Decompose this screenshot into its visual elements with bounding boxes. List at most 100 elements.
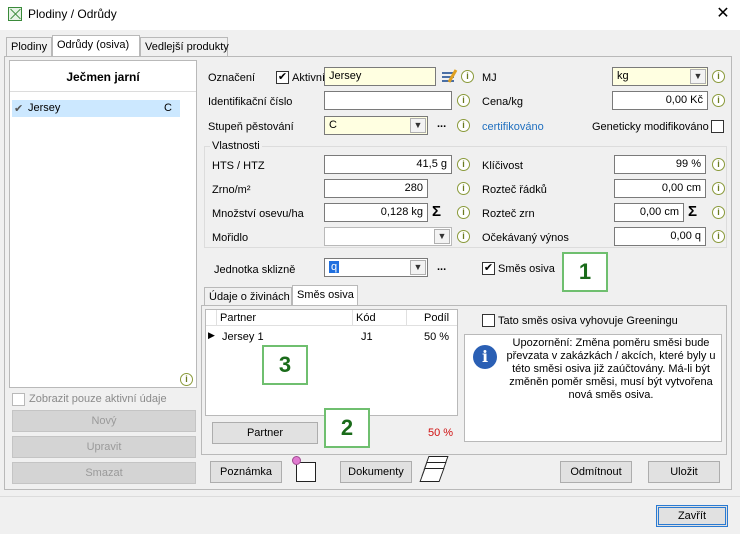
- info-icon[interactable]: i: [457, 182, 470, 195]
- aktivni-checkbox[interactable]: ✔: [276, 71, 289, 84]
- roztec-zrn-label: Rozteč zrn: [482, 208, 535, 220]
- partner-button[interactable]: Partner: [212, 422, 318, 444]
- certifikovano-link[interactable]: certifikováno: [482, 121, 544, 133]
- oznaceni-input[interactable]: Jersey: [324, 67, 436, 86]
- klicivost-input[interactable]: 99 %: [614, 155, 706, 174]
- zavrit-button[interactable]: Zavřít: [656, 505, 728, 527]
- new-button[interactable]: Nový: [12, 410, 196, 432]
- info-icon[interactable]: i: [457, 119, 470, 132]
- info-icon[interactable]: i: [457, 158, 470, 171]
- grid-header: Partner Kód Podíl: [206, 310, 457, 326]
- info-icon[interactable]: i: [457, 94, 470, 107]
- list-edit-icon[interactable]: [442, 69, 458, 85]
- sigma-icon[interactable]: Σ: [432, 204, 441, 219]
- delete-button[interactable]: Smazat: [12, 462, 196, 484]
- warning-text: Upozornění: Změna poměru směsi bude přev…: [506, 337, 716, 401]
- jednotka-more-button[interactable]: ...: [437, 261, 446, 273]
- info-icon[interactable]: i: [712, 94, 725, 107]
- ulozit-button[interactable]: Uložit: [648, 461, 720, 483]
- cell-podil[interactable]: 50 %: [424, 331, 449, 343]
- chevron-down-icon[interactable]: ▼: [410, 260, 426, 275]
- row-marker-icon: ▶: [208, 330, 215, 340]
- smes-label: Směs osiva: [498, 263, 555, 275]
- mnozstvi-label: Množství osevu/ha: [212, 208, 304, 220]
- close-icon[interactable]: ✕: [712, 3, 734, 23]
- ident-label: Identifikační číslo: [208, 96, 293, 108]
- moridlo-select[interactable]: ▼: [324, 227, 452, 246]
- info-icon[interactable]: i: [712, 206, 725, 219]
- stupen-value: C: [329, 119, 337, 131]
- list-item[interactable]: ✔ Jersey C: [12, 100, 180, 117]
- window-title: Plodiny / Odrůdy: [28, 7, 117, 21]
- chevron-down-icon[interactable]: ▼: [690, 69, 706, 84]
- chevron-down-icon[interactable]: ▼: [434, 229, 450, 244]
- stupen-select[interactable]: C ▼: [324, 116, 428, 135]
- dokumenty-button[interactable]: Dokumenty: [340, 461, 412, 483]
- mj-label: MJ: [482, 72, 497, 84]
- tab-odrudy[interactable]: Odrůdy (osiva): [52, 35, 140, 57]
- callout-1: 1: [562, 252, 608, 292]
- info-icon[interactable]: i: [461, 70, 474, 83]
- ident-input[interactable]: [324, 91, 452, 110]
- col-kod[interactable]: Kód: [356, 312, 376, 324]
- roztec-zrn-input[interactable]: 0,00 cm: [614, 203, 684, 222]
- note-icon[interactable]: [292, 456, 318, 484]
- tab-smes-osiva[interactable]: Směs osiva: [292, 285, 358, 306]
- sigma-icon[interactable]: Σ: [688, 204, 697, 219]
- col-podil[interactable]: Podíl: [424, 312, 449, 324]
- tab-plodiny[interactable]: Plodiny: [6, 37, 52, 56]
- info-icon[interactable]: i: [712, 158, 725, 171]
- poznamka-button[interactable]: Poznámka: [210, 461, 282, 483]
- mj-select[interactable]: kg ▼: [612, 67, 708, 86]
- hts-input[interactable]: 41,5 g: [324, 155, 452, 174]
- info-icon[interactable]: i: [712, 70, 725, 83]
- jednotka-label: Jednotka sklizně: [214, 264, 296, 276]
- zrno-label: Zrno/m²: [212, 184, 251, 196]
- info-icon[interactable]: i: [180, 373, 193, 386]
- warning-box: i Upozornění: Změna poměru směsi bude př…: [464, 334, 722, 442]
- odmitnout-button[interactable]: Odmítnout: [560, 461, 632, 483]
- cena-label: Cena/kg: [482, 96, 523, 108]
- ocekavany-input[interactable]: 0,00 q: [614, 227, 706, 246]
- info-icon[interactable]: i: [457, 230, 470, 243]
- crop-header: Ječmen jarní: [66, 70, 140, 84]
- variety-code: C: [164, 102, 172, 114]
- smes-checkbox[interactable]: ✔: [482, 262, 495, 275]
- stupen-more-button[interactable]: ...: [437, 118, 446, 130]
- table-row[interactable]: ▶ Jersey 1 J1 50 %: [206, 328, 457, 345]
- greening-checkbox[interactable]: [482, 314, 495, 327]
- roztec-radku-input[interactable]: 0,00 cm: [614, 179, 706, 198]
- app-icon: [8, 7, 22, 21]
- cell-partner[interactable]: Jersey 1: [222, 331, 264, 343]
- total-percent: 50 %: [428, 427, 454, 439]
- jednotka-select[interactable]: q ▼: [324, 258, 428, 277]
- chevron-down-icon[interactable]: ▼: [410, 118, 426, 133]
- callout-2: 2: [324, 408, 370, 448]
- tab-vedlejsi-produkty[interactable]: Vedlejší produkty: [140, 37, 229, 56]
- zrno-input[interactable]: 280: [324, 179, 428, 198]
- greening-label: Tato směs osiva vyhovuje Greeningu: [498, 315, 678, 327]
- moridlo-label: Mořidlo: [212, 232, 249, 244]
- cena-input[interactable]: 0,00 Kč: [612, 91, 708, 110]
- vlastnosti-label: Vlastnosti: [210, 140, 262, 152]
- jednotka-value: q: [329, 261, 340, 273]
- documents-icon[interactable]: [419, 452, 454, 486]
- edit-button[interactable]: Upravit: [12, 436, 196, 458]
- info-icon: i: [473, 345, 497, 369]
- col-partner[interactable]: Partner: [220, 312, 256, 324]
- callout-3: 3: [262, 345, 308, 385]
- cell-kod[interactable]: J1: [361, 331, 373, 343]
- only-active-checkbox[interactable]: [12, 393, 25, 406]
- stupen-label: Stupeň pěstování: [208, 121, 294, 133]
- aktivni-label: Aktivní: [292, 72, 326, 84]
- klicivost-label: Klíčivost: [482, 160, 523, 172]
- variety-name: Jersey: [28, 102, 61, 114]
- only-active-label: Zobrazit pouze aktivní údaje: [29, 393, 167, 405]
- mnozstvi-input[interactable]: 0,128 kg: [324, 203, 428, 222]
- gmo-checkbox[interactable]: [711, 120, 724, 133]
- info-icon[interactable]: i: [457, 206, 470, 219]
- roztec-radku-label: Rozteč řádků: [482, 184, 547, 196]
- info-icon[interactable]: i: [712, 230, 725, 243]
- tab-udaje-o-zivinach[interactable]: Údaje o živinách: [204, 287, 292, 305]
- info-icon[interactable]: i: [712, 182, 725, 195]
